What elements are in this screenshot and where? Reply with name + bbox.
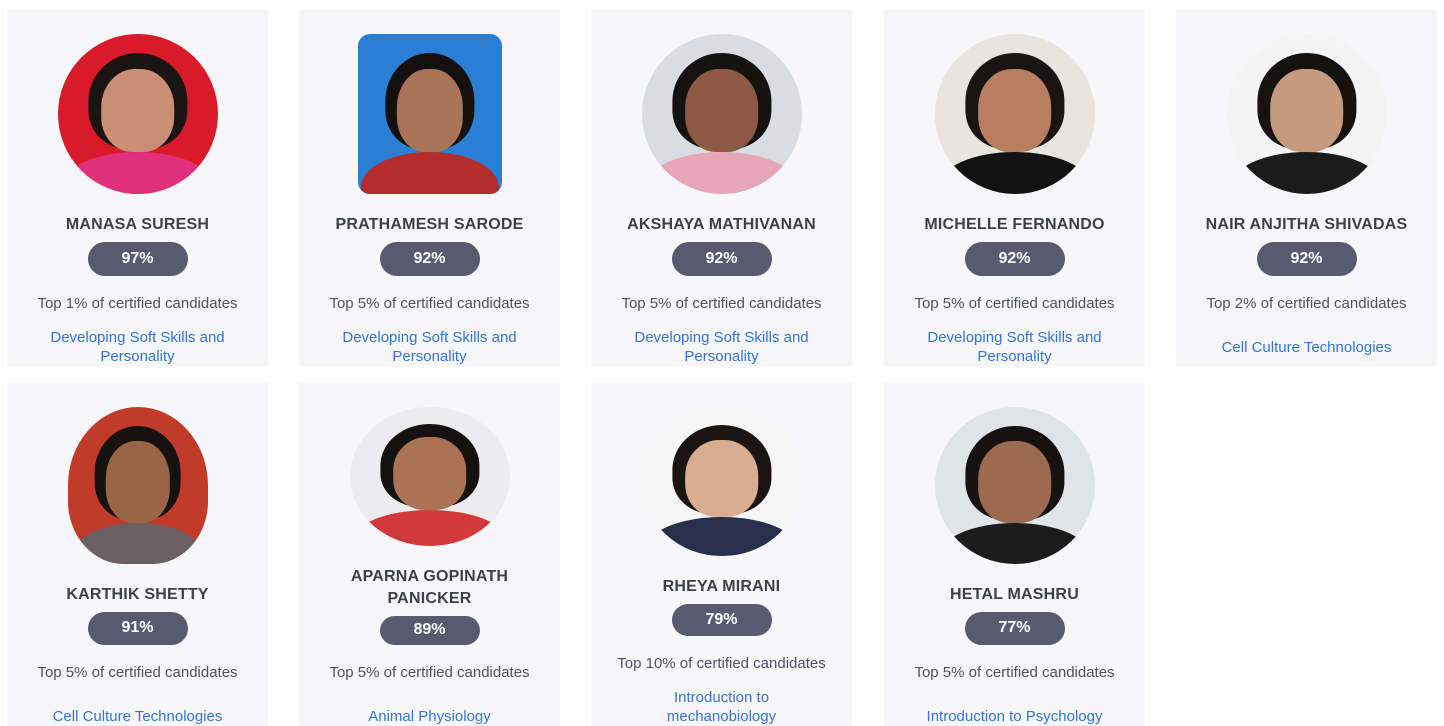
candidate-photo [934, 34, 1095, 194]
course-link[interactable]: Introduction to Psychology [903, 707, 1127, 726]
score-badge: 92% [379, 242, 480, 276]
rank-text: Top 2% of certified candidates [1206, 295, 1407, 312]
score-badge: 89% [379, 615, 480, 645]
course-link[interactable]: Cell Culture Technologies [1198, 338, 1416, 357]
candidate-photo [1226, 34, 1387, 194]
candidate-photo [934, 407, 1095, 564]
rank-text: Top 5% of certified candidates [329, 295, 530, 312]
candidate-card: RHEYA MIRANI 79% Top 10% of certified ca… [591, 383, 852, 726]
rank-text: Top 5% of certified candidates [329, 664, 530, 681]
rank-text: Top 5% of certified candidates [37, 664, 238, 681]
candidate-name: MANASA SURESH [65, 216, 210, 233]
candidate-photo [641, 34, 802, 194]
candidate-name: NAIR ANJITHA SHIVADAS [1205, 216, 1408, 233]
candidate-card: MICHELLE FERNANDO 92% Top 5% of certifie… [884, 10, 1145, 366]
candidate-photo [349, 407, 510, 546]
course-link[interactable]: Developing Soft Skills and Personality [591, 328, 852, 366]
course-link[interactable]: Cell Culture Technologies [29, 707, 247, 726]
candidate-card: AKSHAYA MATHIVANAN 92% Top 5% of certifi… [591, 10, 852, 366]
rank-text: Top 5% of certified candidates [914, 664, 1115, 681]
course-link[interactable]: Animal Physiology [344, 707, 515, 726]
candidate-photo [641, 407, 802, 557]
rank-text: Top 5% of certified candidates [914, 295, 1115, 312]
candidate-card: HETAL MASHRU 77% Top 5% of certified can… [884, 383, 1145, 726]
course-link[interactable]: Introduction to mechanobiology [633, 688, 811, 726]
rank-text: Top 1% of certified candidates [37, 295, 238, 312]
course-link[interactable]: Developing Soft Skills and Personality [299, 328, 560, 366]
candidate-name: HETAL MASHRU [950, 585, 1079, 603]
candidate-card: NAIR ANJITHA SHIVADAS 92% Top 2% of cert… [1176, 10, 1437, 366]
score-badge: 91% [87, 611, 188, 645]
candidate-photo [357, 34, 502, 194]
candidate-name: AKSHAYA MATHIVANAN [627, 216, 816, 233]
candidate-card: KARTHIK SHETTY 91% Top 5% of certified c… [7, 383, 268, 726]
score-badge: 92% [964, 242, 1065, 276]
candidate-name: KARTHIK SHETTY [66, 585, 209, 603]
score-badge: 97% [87, 242, 188, 276]
course-link[interactable]: Developing Soft Skills and Personality [884, 328, 1145, 366]
candidate-card: MANASA SURESH 97% Top 1% of certified ca… [7, 10, 268, 366]
candidate-name: APARNA GOPINATH PANICKER [350, 567, 509, 607]
score-badge: 77% [964, 611, 1065, 645]
score-badge: 79% [671, 604, 772, 636]
candidate-photo [57, 34, 218, 194]
candidate-name: MICHELLE FERNANDO [924, 216, 1105, 233]
candidate-name: PRATHAMESH SARODE [335, 216, 524, 233]
score-badge: 92% [1256, 242, 1357, 276]
course-link[interactable]: Developing Soft Skills and Personality [7, 328, 268, 366]
rank-text: Top 10% of certified candidates [617, 655, 826, 672]
candidate-name: RHEYA MIRANI [662, 578, 781, 596]
candidate-photo [67, 407, 208, 564]
candidate-card: PRATHAMESH SARODE 92% Top 5% of certifie… [299, 10, 560, 366]
candidate-card: APARNA GOPINATH PANICKER 89% Top 5% of c… [299, 383, 560, 726]
score-badge: 92% [671, 242, 772, 276]
rank-text: Top 5% of certified candidates [621, 295, 822, 312]
